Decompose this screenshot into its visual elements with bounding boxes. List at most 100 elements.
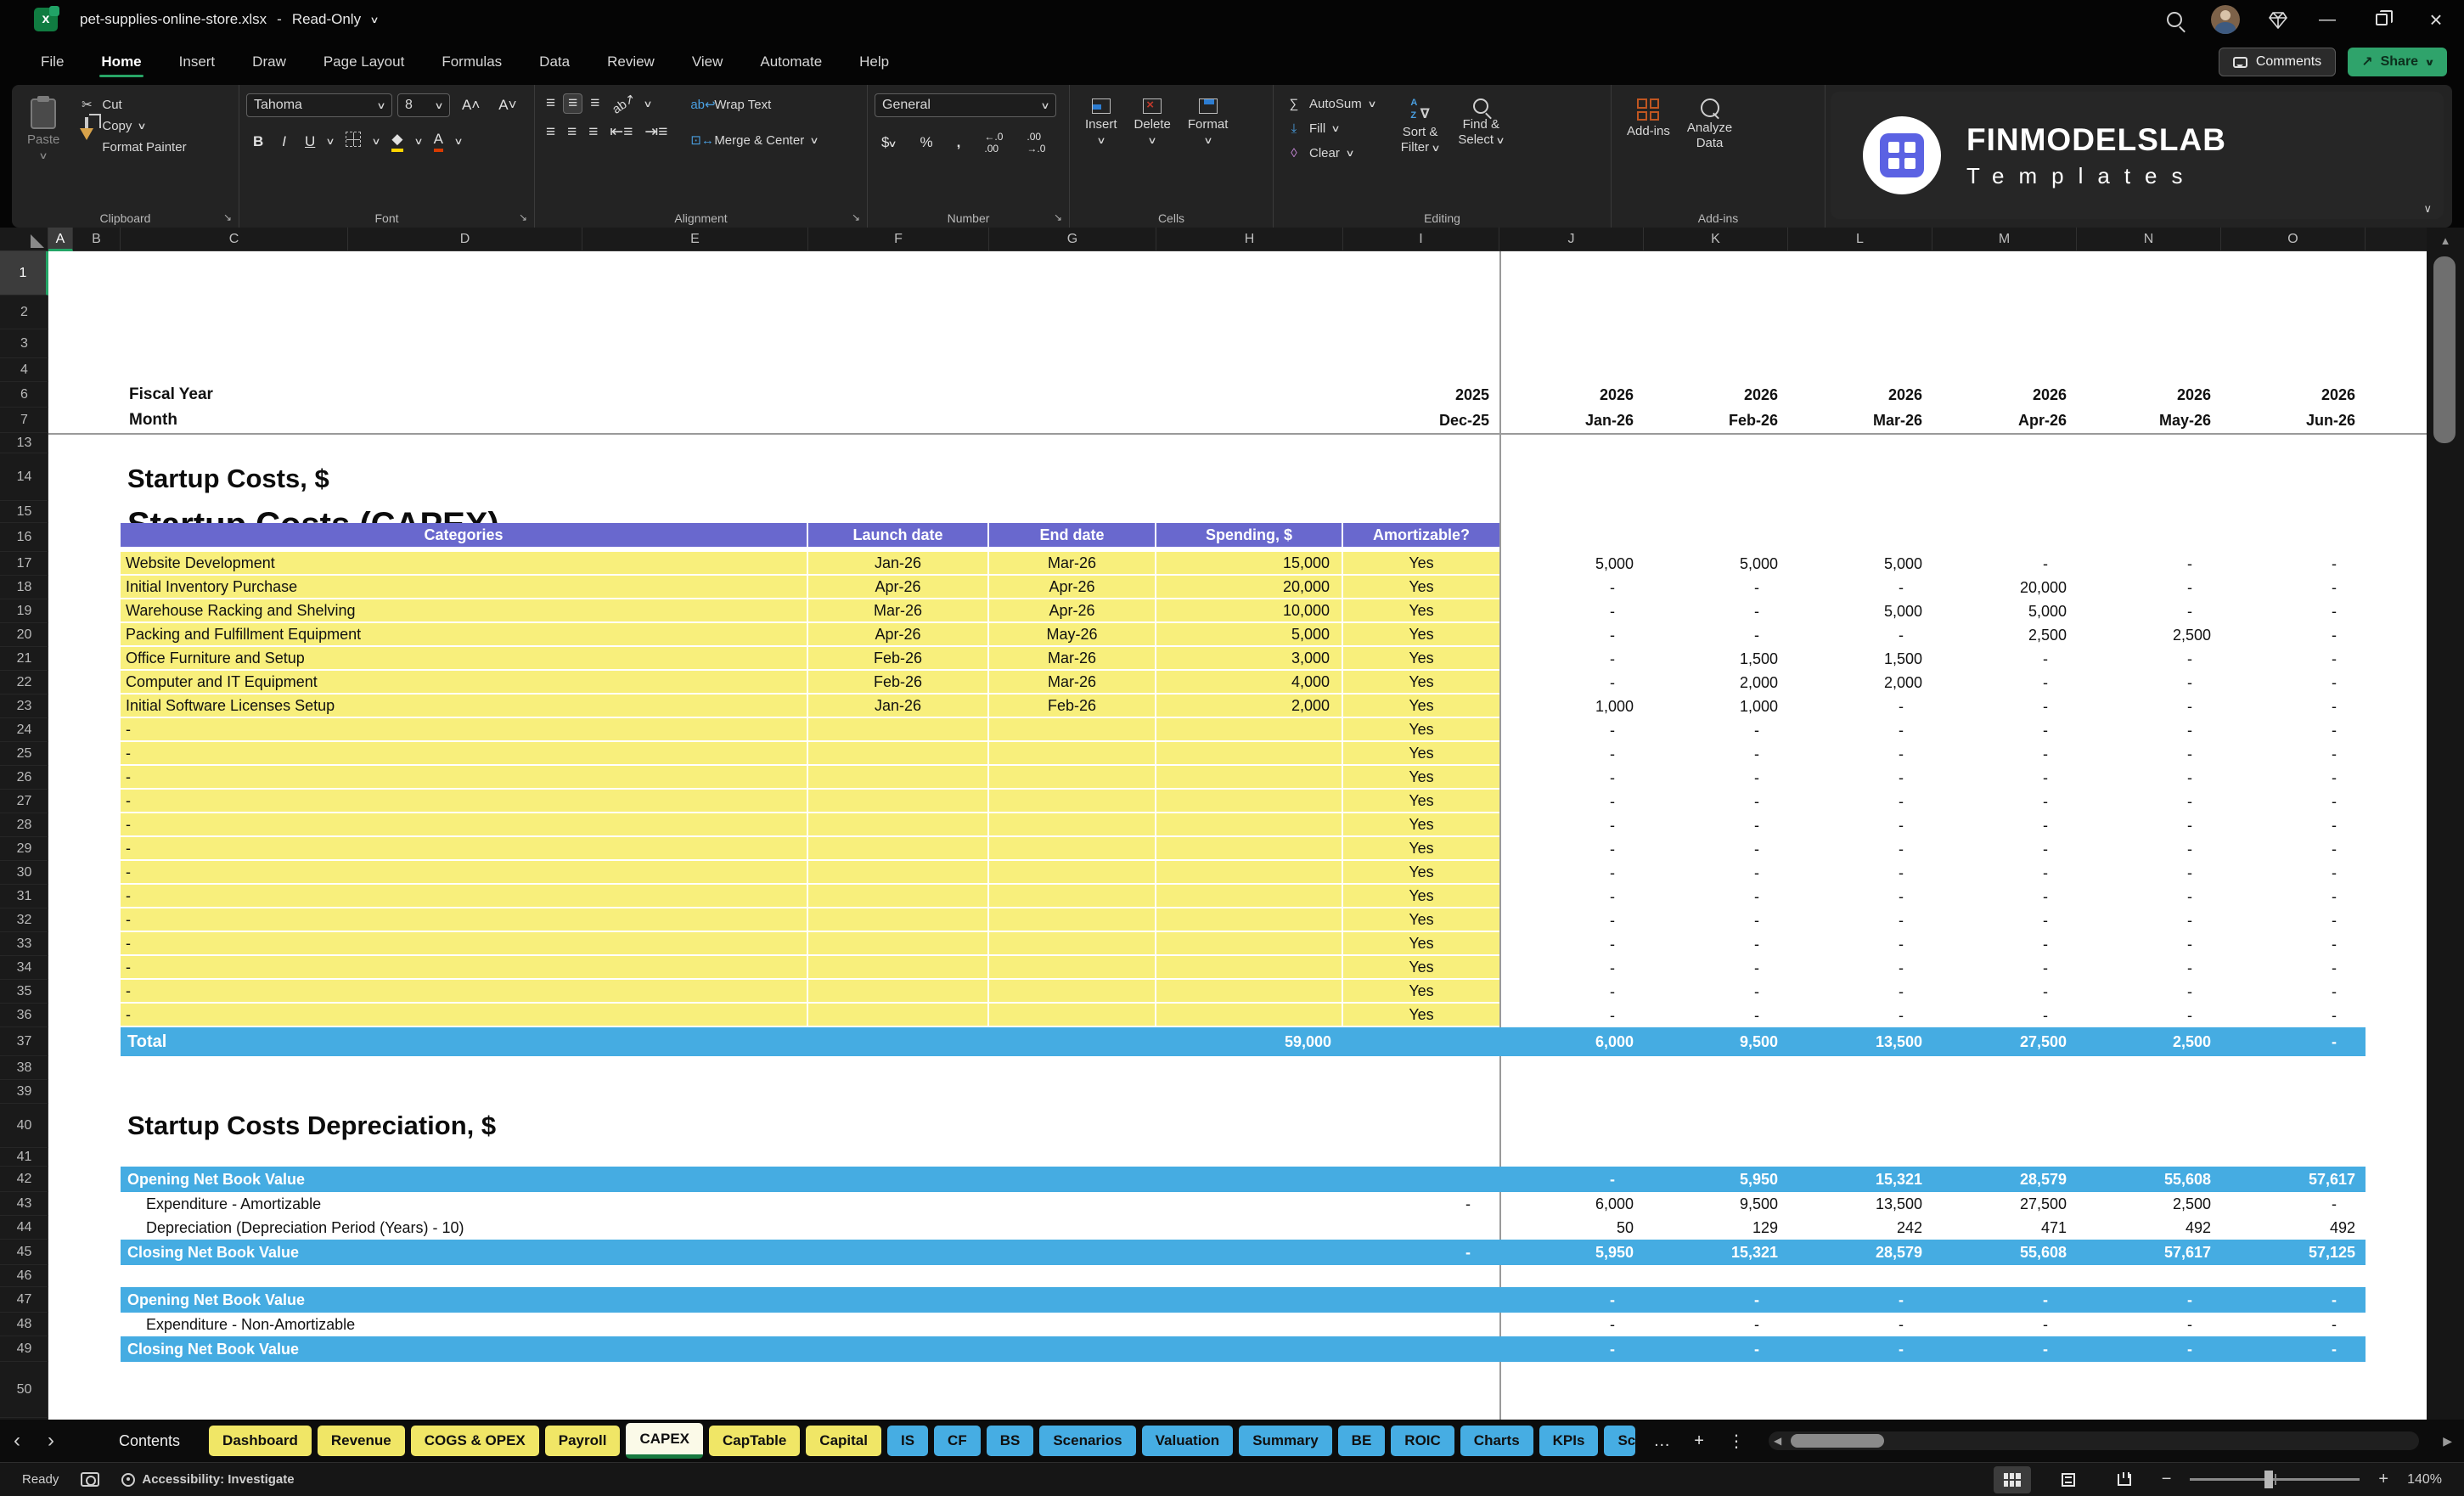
- row-header-41[interactable]: 41: [0, 1148, 48, 1167]
- cell-category[interactable]: Warehouse Racking and Shelving: [121, 599, 808, 621]
- cell-month-value[interactable]: -: [1499, 980, 1644, 1004]
- cell-month-value[interactable]: -: [1932, 647, 2077, 671]
- vertical-scrollbar-thumb[interactable]: [2433, 256, 2456, 443]
- cell-launch-date[interactable]: [808, 742, 989, 764]
- cell-month-value[interactable]: 20,000: [1932, 576, 2077, 599]
- dep-month-value[interactable]: 6,000: [1499, 1192, 1644, 1216]
- cell-launch-date[interactable]: Mar-26: [808, 599, 989, 621]
- cell-launch-date[interactable]: Apr-26: [808, 623, 989, 645]
- cell-month-value[interactable]: -: [1932, 552, 2077, 576]
- prev-sheet-button[interactable]: ‹: [0, 1429, 34, 1453]
- cell-month-value[interactable]: -: [1644, 1004, 1788, 1027]
- cell-launch-date[interactable]: Feb-26: [808, 671, 989, 693]
- nbv-month-value[interactable]: -: [2077, 1287, 2221, 1313]
- cell-month-value[interactable]: -: [2221, 695, 2366, 718]
- align-top-button[interactable]: ≡: [542, 94, 560, 113]
- cell-amortizable[interactable]: Yes: [1343, 766, 1499, 788]
- cell-month-value[interactable]: -: [1644, 576, 1788, 599]
- nbv-label[interactable]: Opening Net Book Value: [121, 1167, 305, 1192]
- column-header-F[interactable]: F: [808, 228, 989, 251]
- row-header-31[interactable]: 31: [0, 885, 48, 908]
- chevron-down-icon[interactable]: ∨: [369, 14, 379, 25]
- fiscal-year-value[interactable]: 2026: [1932, 382, 2077, 408]
- sheet-tab-revenue[interactable]: Revenue: [317, 1426, 405, 1456]
- cell-month-value[interactable]: -: [1499, 718, 1644, 742]
- nbv-month-value[interactable]: 57,617: [2221, 1167, 2366, 1192]
- cell-end-date[interactable]: Mar-26: [989, 671, 1156, 693]
- cell-spending[interactable]: [1156, 837, 1343, 859]
- cell-month-value[interactable]: -: [1788, 980, 1932, 1004]
- cell-spending[interactable]: [1156, 718, 1343, 740]
- menu-tab-view[interactable]: View: [675, 45, 740, 79]
- borders-button[interactable]: [339, 130, 368, 153]
- cell-spending[interactable]: 3,000: [1156, 647, 1343, 669]
- align-right-button[interactable]: ≡: [584, 123, 602, 142]
- cell-month-value[interactable]: -: [1932, 908, 2077, 932]
- cell-month-value[interactable]: -: [2077, 837, 2221, 861]
- cell-month-value[interactable]: -: [1499, 623, 1644, 647]
- menu-tab-review[interactable]: Review: [590, 45, 672, 79]
- comments-button[interactable]: Comments: [2218, 48, 2337, 76]
- cell-spending[interactable]: 4,000: [1156, 671, 1343, 693]
- cell-category[interactable]: -: [121, 956, 808, 978]
- cell-month-value[interactable]: -: [2221, 742, 2366, 766]
- cell-amortizable[interactable]: Yes: [1343, 908, 1499, 931]
- cell-month-value[interactable]: -: [1499, 599, 1644, 623]
- cell-end-date[interactable]: Mar-26: [989, 647, 1156, 669]
- row-header-45[interactable]: 45: [0, 1240, 48, 1265]
- cell-month-value[interactable]: -: [1788, 695, 1932, 718]
- cell-category[interactable]: -: [121, 885, 808, 907]
- cell-month-value[interactable]: -: [2077, 813, 2221, 837]
- cell-month-value[interactable]: -: [2221, 980, 2366, 1004]
- dep-month-value[interactable]: -: [1644, 1313, 1788, 1336]
- cell-month-value[interactable]: -: [2077, 718, 2221, 742]
- nbv-month-value[interactable]: -: [1932, 1287, 2077, 1313]
- dep-month-value[interactable]: 50: [1499, 1216, 1644, 1240]
- sort-filter-button[interactable]: AZ ∇ Sort & Filter ∨: [1392, 93, 1449, 164]
- dep-month-value[interactable]: 9,500: [1644, 1192, 1788, 1216]
- table-header-cell[interactable]: Categories: [121, 523, 808, 547]
- nbv-month-value[interactable]: 15,321: [1644, 1240, 1788, 1265]
- vertical-scrollbar[interactable]: ▲: [2427, 228, 2464, 1420]
- cell-month-value[interactable]: -: [2077, 885, 2221, 908]
- cell-amortizable[interactable]: Yes: [1343, 1004, 1499, 1026]
- cell-month-value[interactable]: -: [2221, 671, 2366, 695]
- cell-end-date[interactable]: [989, 766, 1156, 788]
- cell-month-value[interactable]: -: [2077, 671, 2221, 695]
- cell-month-value[interactable]: -: [1644, 980, 1788, 1004]
- sheet-tab-charts[interactable]: Charts: [1460, 1426, 1533, 1456]
- row-header-13[interactable]: 13: [0, 433, 48, 453]
- cell-month-value[interactable]: -: [1499, 837, 1644, 861]
- row-header-3[interactable]: 3: [0, 329, 48, 358]
- cell-month-value[interactable]: -: [1932, 885, 2077, 908]
- cell-end-date[interactable]: [989, 980, 1156, 1002]
- row-header-48[interactable]: 48: [0, 1313, 48, 1336]
- cell-end-date[interactable]: May-26: [989, 623, 1156, 645]
- cell-launch-date[interactable]: Feb-26: [808, 647, 989, 669]
- cell-month-value[interactable]: 1,500: [1788, 647, 1932, 671]
- align-middle-button[interactable]: ≡: [563, 93, 583, 114]
- cell-spending[interactable]: [1156, 908, 1343, 931]
- month-value[interactable]: Dec-25: [1343, 408, 1499, 433]
- dep-month-value[interactable]: 492: [2221, 1216, 2366, 1240]
- row-header-24[interactable]: 24: [0, 718, 48, 742]
- accessibility-status[interactable]: Accessibility: Investigate: [121, 1472, 295, 1487]
- table-header-cell[interactable]: Amortizable?: [1343, 523, 1499, 547]
- cell-month-value[interactable]: -: [1932, 861, 2077, 885]
- cell-category[interactable]: -: [121, 813, 808, 835]
- horizontal-scrollbar[interactable]: ◀: [1768, 1431, 2420, 1450]
- row-header-50[interactable]: 50: [0, 1362, 48, 1418]
- cell-amortizable[interactable]: Yes: [1343, 932, 1499, 954]
- month-value[interactable]: Feb-26: [1644, 408, 1788, 433]
- nbv-month-value[interactable]: 5,950: [1644, 1167, 1788, 1192]
- cut-button[interactable]: ✂ Cut: [73, 93, 191, 115]
- sheet-tab-contents[interactable]: Contents: [68, 1432, 209, 1450]
- cell-month-value[interactable]: -: [1932, 837, 2077, 861]
- row-header-43[interactable]: 43: [0, 1192, 48, 1216]
- dep-row-label[interactable]: Expenditure - Amortizable: [121, 1192, 1156, 1216]
- cell-end-date[interactable]: [989, 932, 1156, 954]
- row-header-29[interactable]: 29: [0, 837, 48, 861]
- increase-decimal-button[interactable]: ←.0.00: [977, 129, 1010, 156]
- percent-button[interactable]: %: [914, 132, 940, 153]
- nbv-month-value[interactable]: 28,579: [1932, 1167, 2077, 1192]
